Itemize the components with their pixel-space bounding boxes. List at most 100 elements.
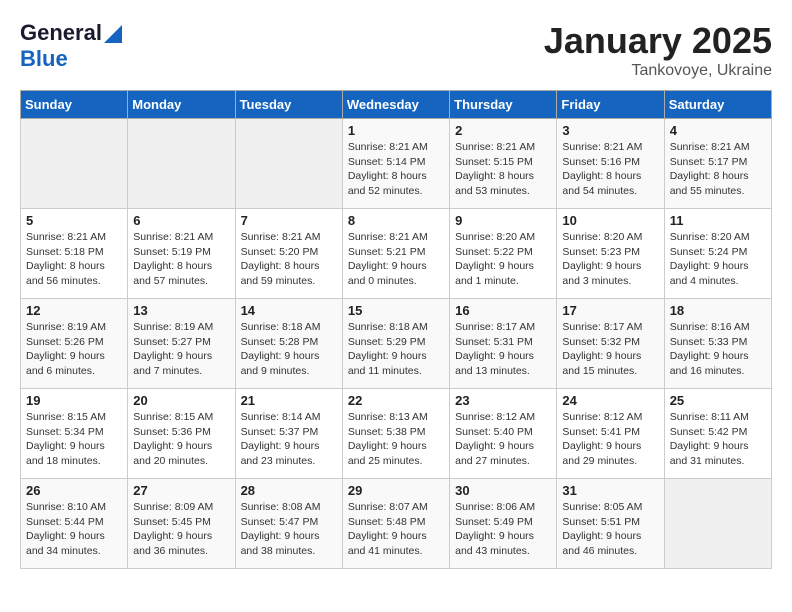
day-info: Sunrise: 8:12 AM Sunset: 5:41 PM Dayligh… [562, 410, 658, 469]
calendar-cell: 10 Sunrise: 8:20 AM Sunset: 5:23 PM Dayli… [557, 209, 664, 299]
calendar-cell: 25Sunrise: 8:11 AM Sunset: 5:42 PM Dayli… [664, 389, 771, 479]
day-number: 20 [133, 393, 229, 408]
calendar-cell: 17 Sunrise: 8:17 AM Sunset: 5:32 PM Dayli… [557, 299, 664, 389]
day-info: Sunrise: 8:08 AM Sunset: 5:47 PM Dayligh… [241, 500, 337, 559]
day-info: Sunrise: 8:15 AM Sunset: 5:34 PM Dayligh… [26, 410, 122, 469]
day-info: Sunrise: 8:21 AM Sunset: 5:20 PM Dayligh… [241, 230, 337, 289]
day-number: 7 [241, 213, 337, 228]
calendar-week-row: 5 Sunrise: 8:21 AM Sunset: 5:18 PM Daylig… [21, 209, 772, 299]
day-info: Sunrise: 8:18 AM Sunset: 5:29 PM Dayligh… [348, 320, 444, 379]
day-number: 11 [670, 213, 766, 228]
page-title: January 2025 [544, 20, 772, 62]
calendar-cell: 5 Sunrise: 8:21 AM Sunset: 5:18 PM Daylig… [21, 209, 128, 299]
day-number: 17 [562, 303, 658, 318]
calendar-cell: 4Sunrise: 8:21 AM Sunset: 5:17 PM Daylig… [664, 119, 771, 209]
weekday-header-tuesday: Tuesday [235, 91, 342, 119]
calendar-cell: 14 Sunrise: 8:18 AM Sunset: 5:28 PM Dayli… [235, 299, 342, 389]
weekday-header-row: SundayMondayTuesdayWednesdayThursdayFrid… [21, 91, 772, 119]
day-info: Sunrise: 8:05 AM Sunset: 5:51 PM Dayligh… [562, 500, 658, 559]
day-info: Sunrise: 8:17 AM Sunset: 5:31 PM Dayligh… [455, 320, 551, 379]
day-info: Sunrise: 8:18 AM Sunset: 5:28 PM Dayligh… [241, 320, 337, 379]
weekday-header-saturday: Saturday [664, 91, 771, 119]
calendar-table: SundayMondayTuesdayWednesdayThursdayFrid… [20, 90, 772, 569]
calendar-cell: 6 Sunrise: 8:21 AM Sunset: 5:19 PM Daylig… [128, 209, 235, 299]
day-number: 22 [348, 393, 444, 408]
day-number: 26 [26, 483, 122, 498]
calendar-week-row: 1 Sunrise: 8:21 AM Sunset: 5:14 PM Daylig… [21, 119, 772, 209]
day-info: Sunrise: 8:06 AM Sunset: 5:49 PM Dayligh… [455, 500, 551, 559]
day-info: Sunrise: 8:21 AM Sunset: 5:15 PM Dayligh… [455, 140, 551, 199]
calendar-cell: 31Sunrise: 8:05 AM Sunset: 5:51 PM Dayli… [557, 479, 664, 569]
day-number: 24 [562, 393, 658, 408]
day-info: Sunrise: 8:21 AM Sunset: 5:14 PM Dayligh… [348, 140, 444, 199]
day-info: Sunrise: 8:14 AM Sunset: 5:37 PM Dayligh… [241, 410, 337, 469]
day-number: 12 [26, 303, 122, 318]
day-number: 1 [348, 123, 444, 138]
calendar-cell: 16 Sunrise: 8:17 AM Sunset: 5:31 PM Dayli… [450, 299, 557, 389]
day-number: 28 [241, 483, 337, 498]
day-number: 27 [133, 483, 229, 498]
calendar-cell: 30 Sunrise: 8:06 AM Sunset: 5:49 PM Dayli… [450, 479, 557, 569]
day-info: Sunrise: 8:19 AM Sunset: 5:27 PM Dayligh… [133, 320, 229, 379]
day-info: Sunrise: 8:16 AM Sunset: 5:33 PM Dayligh… [670, 320, 766, 379]
calendar-cell: 9Sunrise: 8:20 AM Sunset: 5:22 PM Daylig… [450, 209, 557, 299]
day-number: 8 [348, 213, 444, 228]
calendar-cell: 7 Sunrise: 8:21 AM Sunset: 5:20 PM Daylig… [235, 209, 342, 299]
day-number: 10 [562, 213, 658, 228]
logo-blue-text: Blue [20, 46, 68, 71]
calendar-cell [235, 119, 342, 209]
day-info: Sunrise: 8:21 AM Sunset: 5:19 PM Dayligh… [133, 230, 229, 289]
calendar-week-row: 19 Sunrise: 8:15 AM Sunset: 5:34 PM Dayli… [21, 389, 772, 479]
day-info: Sunrise: 8:15 AM Sunset: 5:36 PM Dayligh… [133, 410, 229, 469]
day-number: 5 [26, 213, 122, 228]
calendar-cell: 28 Sunrise: 8:08 AM Sunset: 5:47 PM Dayli… [235, 479, 342, 569]
calendar-header: SundayMondayTuesdayWednesdayThursdayFrid… [21, 91, 772, 119]
day-number: 29 [348, 483, 444, 498]
calendar-cell: 21 Sunrise: 8:14 AM Sunset: 5:37 PM Dayli… [235, 389, 342, 479]
weekday-header-wednesday: Wednesday [342, 91, 449, 119]
day-number: 23 [455, 393, 551, 408]
day-number: 30 [455, 483, 551, 498]
calendar-cell: 22 Sunrise: 8:13 AM Sunset: 5:38 PM Dayli… [342, 389, 449, 479]
day-info: Sunrise: 8:21 AM Sunset: 5:16 PM Dayligh… [562, 140, 658, 199]
calendar-cell: 13 Sunrise: 8:19 AM Sunset: 5:27 PM Dayli… [128, 299, 235, 389]
day-info: Sunrise: 8:21 AM Sunset: 5:18 PM Dayligh… [26, 230, 122, 289]
calendar-cell: 2 Sunrise: 8:21 AM Sunset: 5:15 PM Daylig… [450, 119, 557, 209]
calendar-cell: 19 Sunrise: 8:15 AM Sunset: 5:34 PM Dayli… [21, 389, 128, 479]
calendar-cell: 8 Sunrise: 8:21 AM Sunset: 5:21 PM Daylig… [342, 209, 449, 299]
calendar-cell: 20 Sunrise: 8:15 AM Sunset: 5:36 PM Dayli… [128, 389, 235, 479]
day-number: 6 [133, 213, 229, 228]
calendar-cell: 24 Sunrise: 8:12 AM Sunset: 5:41 PM Dayli… [557, 389, 664, 479]
day-number: 16 [455, 303, 551, 318]
day-info: Sunrise: 8:09 AM Sunset: 5:45 PM Dayligh… [133, 500, 229, 559]
day-number: 15 [348, 303, 444, 318]
day-number: 13 [133, 303, 229, 318]
calendar-cell: 18 Sunrise: 8:16 AM Sunset: 5:33 PM Dayli… [664, 299, 771, 389]
day-info: Sunrise: 8:07 AM Sunset: 5:48 PM Dayligh… [348, 500, 444, 559]
calendar-cell: 3Sunrise: 8:21 AM Sunset: 5:16 PM Daylig… [557, 119, 664, 209]
page-subtitle: Tankovoye, Ukraine [544, 62, 772, 80]
day-number: 2 [455, 123, 551, 138]
day-info: Sunrise: 8:10 AM Sunset: 5:44 PM Dayligh… [26, 500, 122, 559]
day-info: Sunrise: 8:20 AM Sunset: 5:24 PM Dayligh… [670, 230, 766, 289]
day-info: Sunrise: 8:17 AM Sunset: 5:32 PM Dayligh… [562, 320, 658, 379]
calendar-cell: 29 Sunrise: 8:07 AM Sunset: 5:48 PM Dayli… [342, 479, 449, 569]
day-number: 9 [455, 213, 551, 228]
calendar-cell: 15 Sunrise: 8:18 AM Sunset: 5:29 PM Dayli… [342, 299, 449, 389]
day-number: 21 [241, 393, 337, 408]
day-info: Sunrise: 8:20 AM Sunset: 5:23 PM Dayligh… [562, 230, 658, 289]
day-number: 14 [241, 303, 337, 318]
day-info: Sunrise: 8:11 AM Sunset: 5:42 PM Dayligh… [670, 410, 766, 469]
day-number: 18 [670, 303, 766, 318]
calendar-cell: 23Sunrise: 8:12 AM Sunset: 5:40 PM Dayli… [450, 389, 557, 479]
weekday-header-monday: Monday [128, 91, 235, 119]
weekday-header-thursday: Thursday [450, 91, 557, 119]
day-info: Sunrise: 8:13 AM Sunset: 5:38 PM Dayligh… [348, 410, 444, 469]
calendar-cell: 11 Sunrise: 8:20 AM Sunset: 5:24 PM Dayli… [664, 209, 771, 299]
calendar-cell: 12Sunrise: 8:19 AM Sunset: 5:26 PM Dayli… [21, 299, 128, 389]
calendar-cell: 26 Sunrise: 8:10 AM Sunset: 5:44 PM Dayli… [21, 479, 128, 569]
logo-triangle-icon [104, 25, 122, 43]
day-info: Sunrise: 8:21 AM Sunset: 5:21 PM Dayligh… [348, 230, 444, 289]
day-number: 19 [26, 393, 122, 408]
logo: General Blue [20, 20, 122, 72]
